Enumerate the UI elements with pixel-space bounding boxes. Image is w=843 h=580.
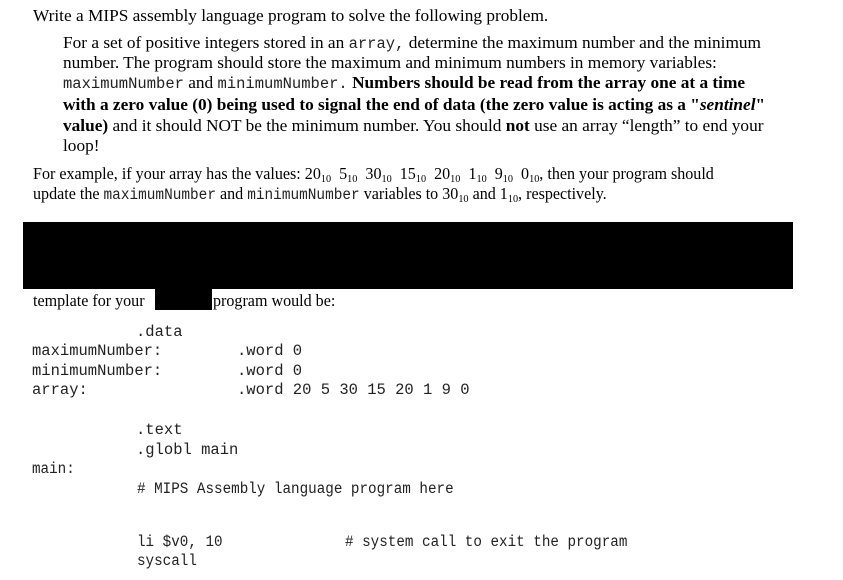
code-syscall: syscall [137, 552, 197, 570]
intro-text: Write a MIPS assembly language program t… [33, 6, 549, 25]
example-line-1: For example, if your array has the value… [33, 164, 714, 185]
code-li-comment: # system call to exit the program [345, 533, 628, 551]
code-li-instruction: li $v0, 10 [137, 533, 223, 551]
example-values: 2010 510 3010 1510 2010 110 910 010 [304, 164, 540, 185]
code-array-label: array: [32, 381, 88, 399]
example-value: 15 [399, 164, 416, 183]
problem-line-1: For a set of positive integers stored in… [63, 33, 761, 53]
code-comment: # MIPS Assembly language program here [137, 480, 454, 498]
code-max-label: maximumNumber: [32, 342, 163, 360]
example-value: 20 [304, 164, 321, 183]
maximum-number-code: maximumNumber [103, 186, 216, 204]
code-max-value: .word 0 [237, 342, 303, 360]
example-line-2: update the maximumNumber and minimumNumb… [33, 184, 607, 205]
problem-line-2: number. The program should store the max… [63, 53, 717, 72]
minimum-number-code: minimumNumber. [217, 75, 348, 93]
example-value: 9 [494, 164, 503, 183]
example-value: 1 [468, 164, 477, 183]
array-code: array, [348, 35, 405, 53]
maximum-number-code: maximumNumber [63, 75, 184, 93]
example-value: 20 [434, 164, 451, 183]
code-data-directive: .data [136, 323, 183, 341]
code-globl-directive: .globl main [136, 441, 239, 459]
template-line-tail: program would be: [213, 291, 336, 310]
redaction-block [23, 222, 793, 289]
code-array-value: .word 20 5 30 15 20 1 9 0 [237, 381, 470, 399]
problem-line-3: maximumNumber and minimumNumber. Numbers… [63, 73, 746, 93]
template-line: template for your [33, 291, 145, 310]
code-min-label: minimumNumber: [32, 362, 163, 380]
problem-line-4: with a zero value (0) being used to sign… [63, 95, 766, 114]
example-value: 5 [339, 164, 348, 183]
example-value: 30 [365, 164, 382, 183]
redaction-inline [155, 289, 212, 310]
problem-line-5: value) and it should NOT be the minimum … [63, 116, 764, 135]
code-min-value: .word 0 [237, 362, 303, 380]
code-text-directive: .text [136, 421, 183, 439]
problem-line-6: loop! [63, 136, 100, 155]
code-main-label: main: [32, 460, 75, 478]
minimum-number-code: minimumNumber [247, 186, 360, 204]
